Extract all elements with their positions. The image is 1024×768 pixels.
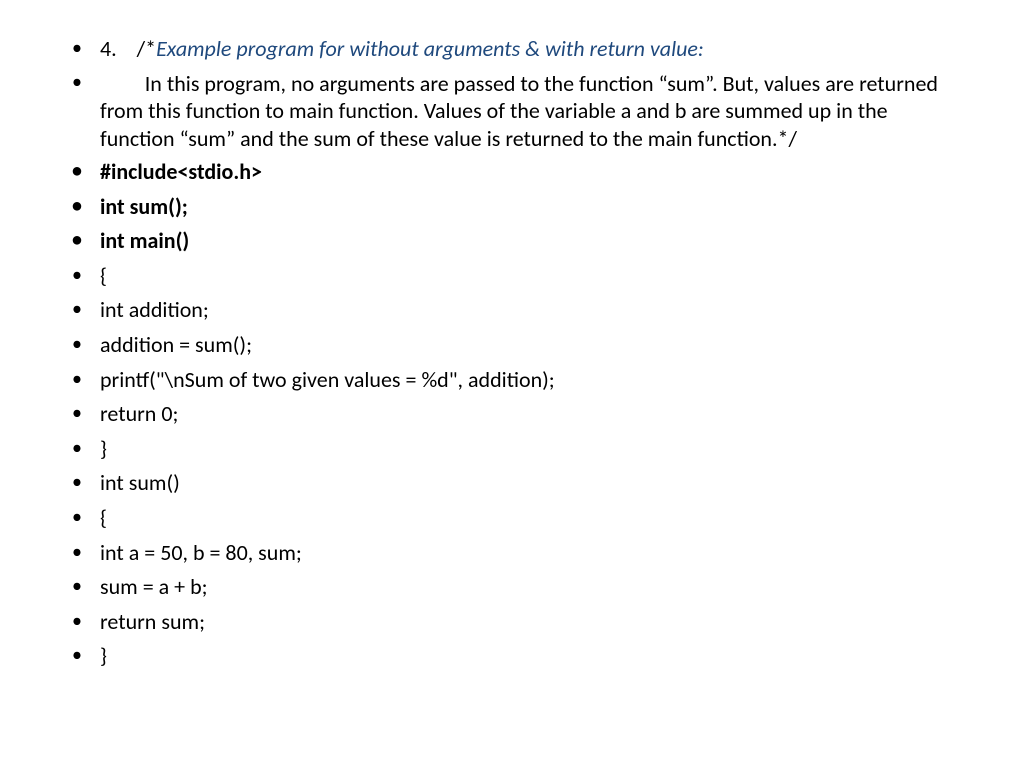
list-item: int sum(); bbox=[60, 193, 964, 222]
description-text: In this program, no arguments are passed… bbox=[100, 70, 938, 152]
list-item: 4. /*Example program for without argumen… bbox=[60, 35, 964, 64]
list-item: } bbox=[60, 435, 964, 464]
list-item: sum = a + b; bbox=[60, 573, 964, 602]
list-item: int sum() bbox=[60, 469, 964, 498]
list-item: } bbox=[60, 642, 964, 671]
list-item: return sum; bbox=[60, 608, 964, 637]
list-item: addition = sum(); bbox=[60, 331, 964, 360]
item-title: Example program for without arguments & … bbox=[156, 35, 704, 62]
list-item: int addition; bbox=[60, 296, 964, 325]
list-item: { bbox=[60, 262, 964, 291]
indent-space bbox=[100, 70, 145, 97]
bullet-list: 4. /*Example program for without argumen… bbox=[60, 35, 964, 671]
list-item: int a = 50, b = 80, sum; bbox=[60, 539, 964, 568]
list-item: printf("\nSum of two given values = %d",… bbox=[60, 366, 964, 395]
list-item: { bbox=[60, 504, 964, 533]
list-item: return 0; bbox=[60, 400, 964, 429]
slide-content: 4. /*Example program for without argumen… bbox=[0, 0, 1024, 697]
item-prefix: 4. /* bbox=[100, 35, 156, 62]
list-item: #include<stdio.h> bbox=[60, 158, 964, 187]
list-item: int main() bbox=[60, 227, 964, 256]
list-item: In this program, no arguments are passed… bbox=[60, 70, 964, 153]
